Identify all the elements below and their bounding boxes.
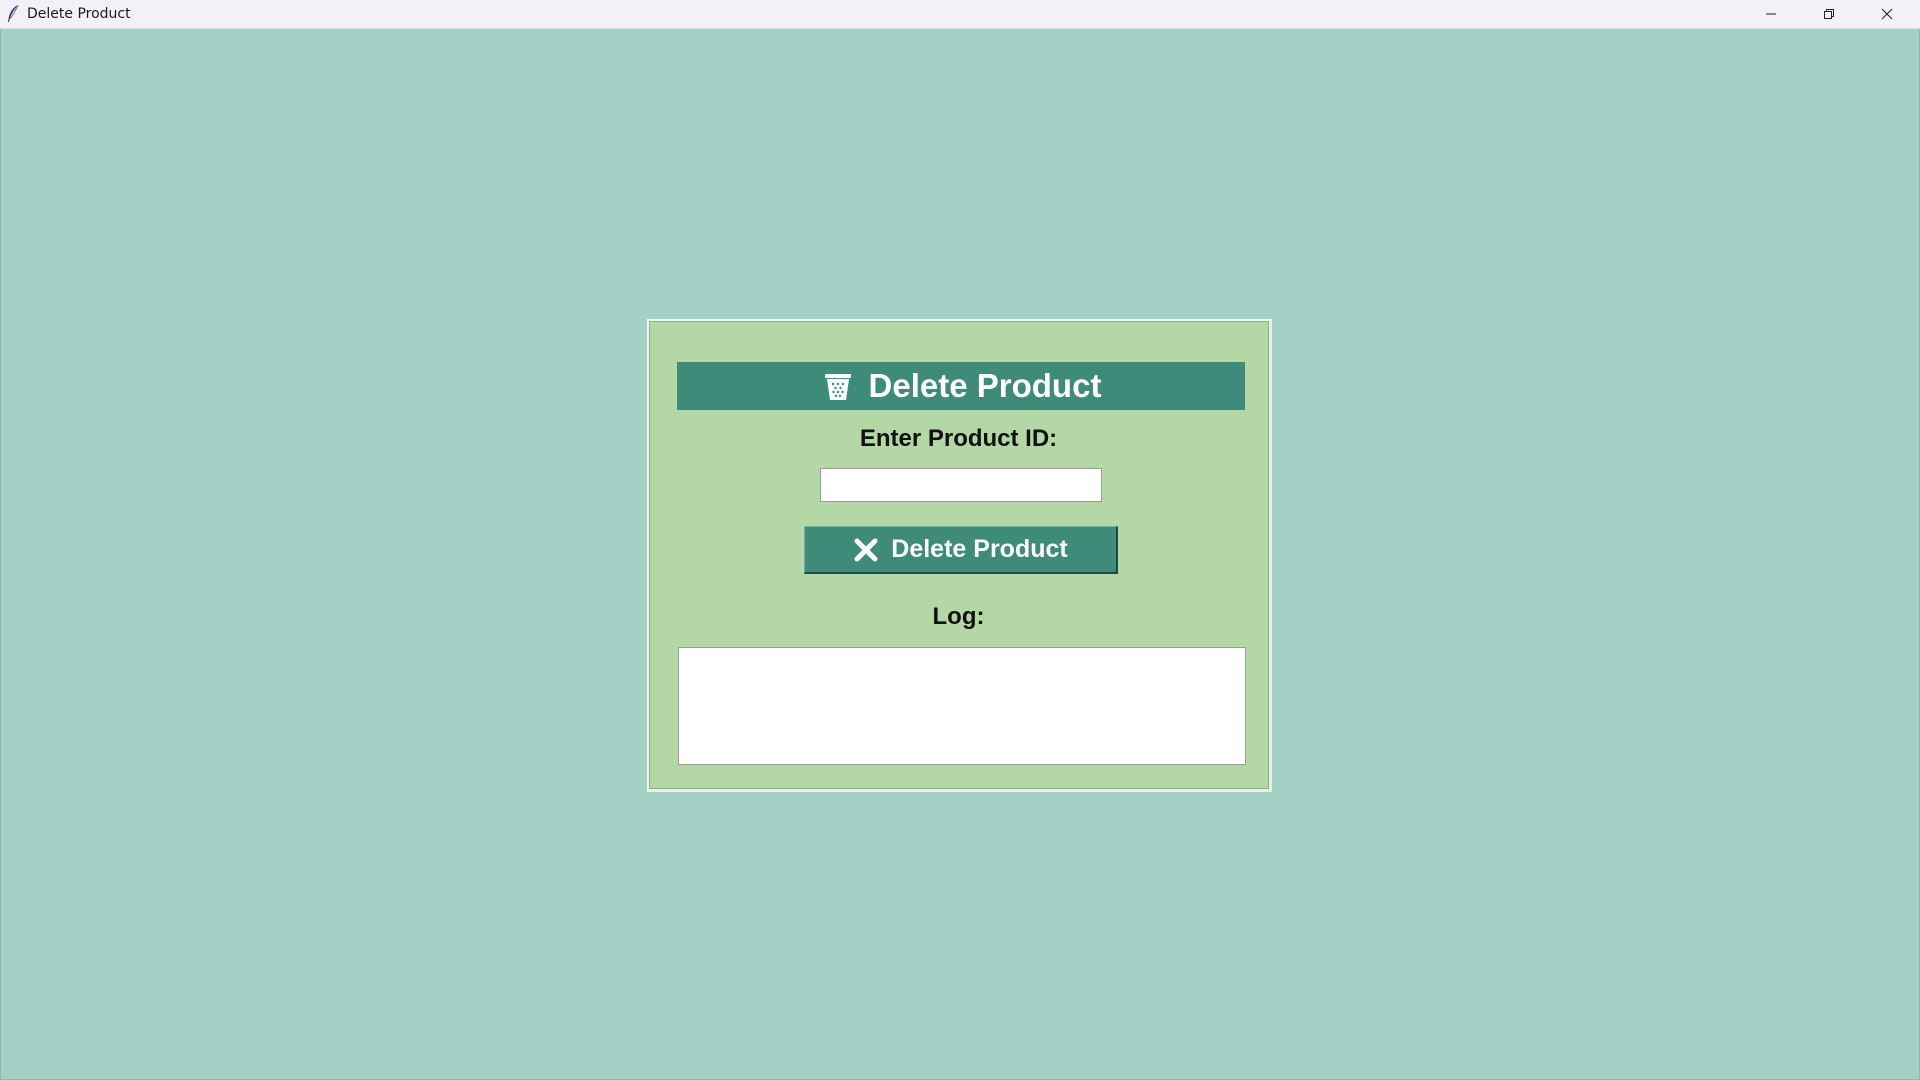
trash-bin-icon [821,369,855,403]
maximize-button[interactable] [1800,0,1858,28]
panel-header: Delete Product [677,362,1245,410]
log-textarea[interactable] [678,647,1246,765]
feather-icon [6,4,20,24]
delete-button-label: Delete Product [891,535,1068,563]
delete-product-panel: Delete Product Enter Product ID: Delete … [647,319,1272,792]
app-window: Delete Product Delete Product Enter Prod… [0,0,1920,1080]
delete-product-button[interactable]: Delete Product [804,526,1118,574]
title-bar[interactable]: Delete Product [0,0,1920,29]
close-button[interactable] [1858,0,1916,28]
product-id-input[interactable] [820,468,1102,502]
x-mark-icon [853,537,879,563]
window-title: Delete Product [27,6,131,22]
panel-title: Delete Product [868,367,1102,404]
close-icon [1881,8,1893,20]
log-label: Log: [932,603,985,630]
restore-icon [1823,8,1835,20]
product-id-label: Enter Product ID: [859,425,1058,452]
minimize-icon [1765,8,1777,20]
minimize-button[interactable] [1742,0,1800,28]
